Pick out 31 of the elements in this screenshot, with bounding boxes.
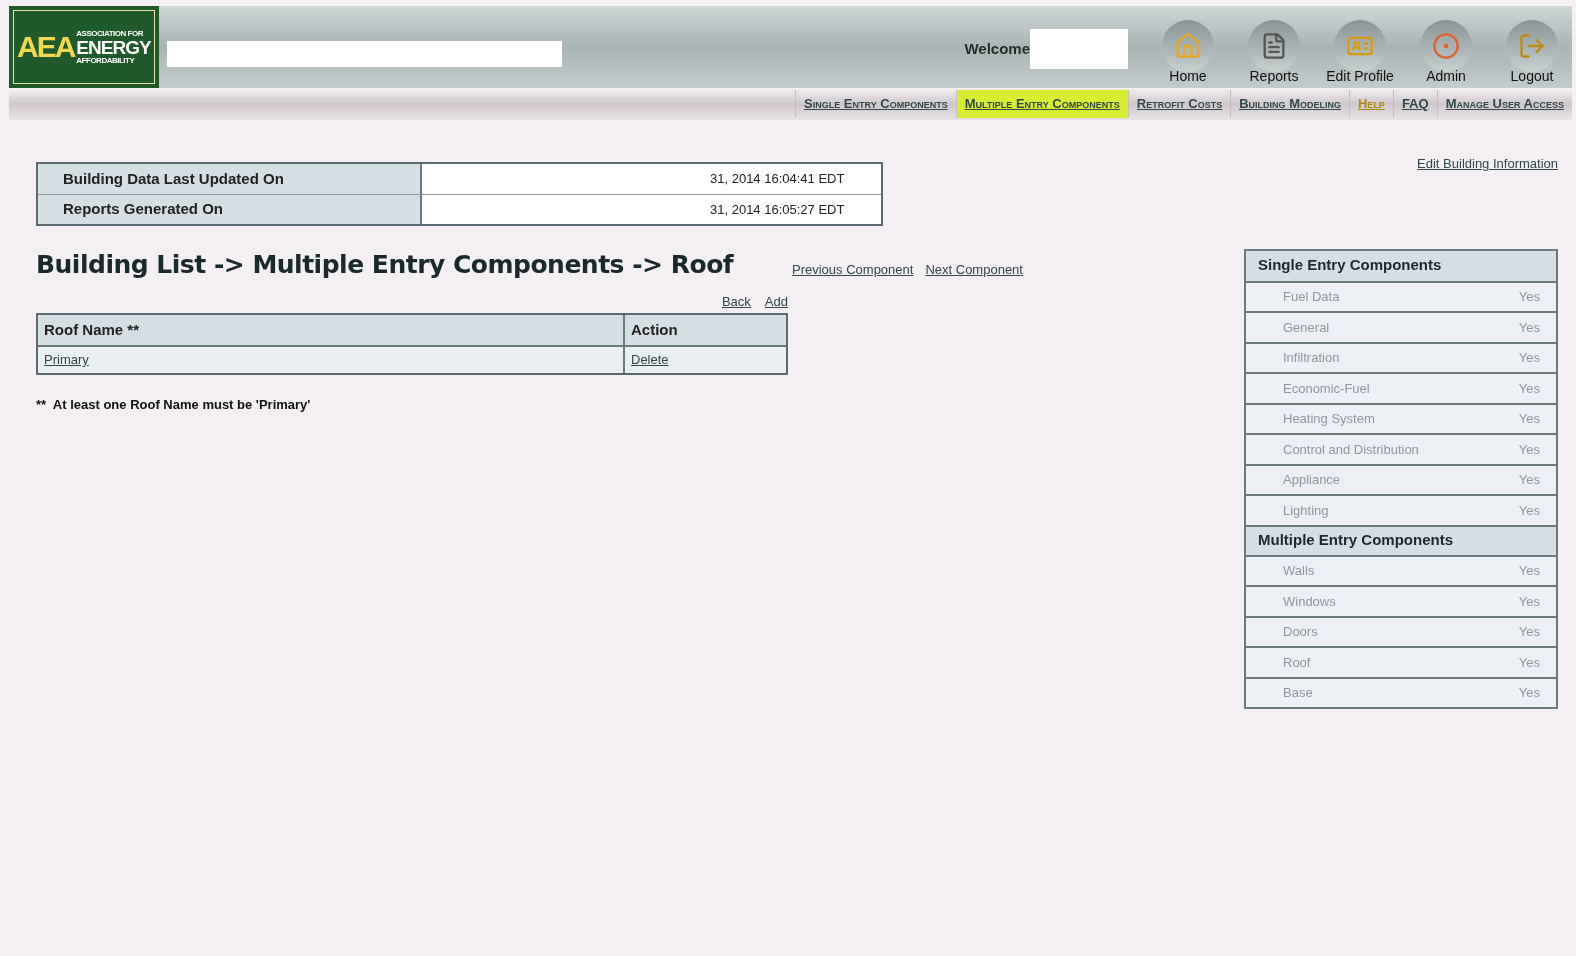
nav-link[interactable]: Building Modeling [1230,90,1349,118]
table-cell-text: 31, 2014 16:05:27 EDT [710,200,845,219]
nav-link[interactable]: FAQ [1392,90,1437,118]
home-icon [1174,32,1202,60]
table-cell: Reports Generated On [38,195,422,224]
table-cell: Building Data Last Updated On [38,164,422,194]
logo-text: AFFORDABILITY [76,56,136,65]
component-link[interactable]: Next Component [925,260,1023,280]
nav-link[interactable]: Multiple Entry Components [955,90,1128,118]
logo-mark: AEA [17,32,75,62]
table-link[interactable]: Back [721,291,751,311]
table-link[interactable]: Delete [625,347,786,373]
nav-link[interactable]: Manage User Access [1436,90,1572,118]
footnote: ** At least one Roof Name must be 'Primary' [36,396,312,414]
logo-text: ENERGY [76,37,151,57]
welcome-text: Welcome [964,38,1030,59]
section-heading: Single Entry Components [1258,255,1442,276]
logo-text: ASSOCIATION FOR [76,29,144,38]
exit-icon [1518,32,1546,60]
table-link[interactable]: Primary [38,347,625,373]
section-heading: Multiple Entry Components [1258,530,1453,551]
table-link[interactable]: Add [764,291,788,311]
table-cell-text: 31, 2014 16:04:41 EDT [710,170,845,189]
nav-link[interactable]: Retrofit Costs [1127,90,1231,118]
page-title: Building List -> Multiple Entry Components -> Roof [36,249,735,281]
column-header: Roof Name ** [38,315,625,345]
column-header: Action [630,319,679,340]
target-icon [1432,32,1460,60]
nav-link[interactable]: Single Entry Components [795,90,956,118]
edit-building-link[interactable]: Edit Building Information [1417,154,1558,174]
component-link[interactable]: Previous Component [792,260,914,280]
